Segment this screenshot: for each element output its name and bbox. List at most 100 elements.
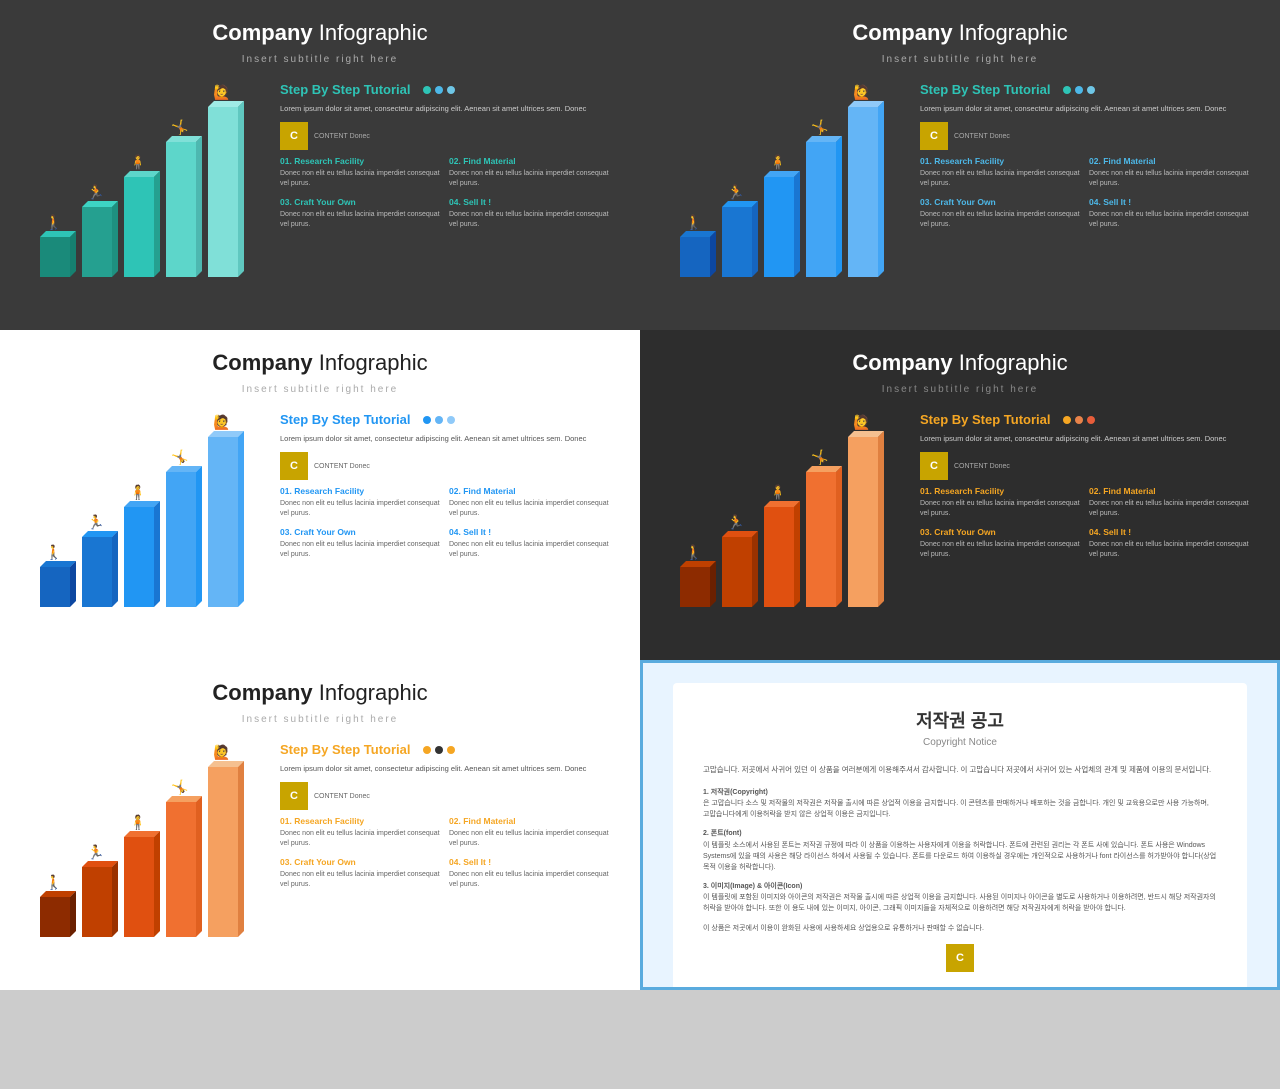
slide-5-tutorial-header: Step By Step Tutorial (280, 742, 610, 757)
copyright-logo-badge: C (946, 944, 974, 972)
slide-2-content: 🚶 🏃 🧍 🤸 🙋 (670, 77, 1250, 297)
slide-3-info: Step By Step Tutorial Lorem ipsum dolor … (280, 407, 610, 627)
slide-3-logo-badge: C (280, 452, 308, 480)
slide-4-body: Lorem ipsum dolor sit amet, consectetur … (920, 433, 1250, 444)
svg-text:🤸: 🤸 (811, 449, 828, 466)
slide-5-logo-text: CONTENT Donec (314, 792, 370, 801)
copyright-section-2-title: 1. 저작권(Copyright) (703, 789, 768, 796)
copyright-section-4-title: 3. 이미지(Image) & 아이콘(Icon) (703, 883, 802, 890)
dot-2 (1075, 86, 1083, 94)
slide-4-subtitle: Insert subtitle right here (670, 384, 1250, 395)
slide-3-tutorial-header: Step By Step Tutorial (280, 412, 610, 427)
slide-3-logo-row: C CONTENT Donec (280, 452, 610, 480)
slide-3-title-bold: Company (212, 350, 312, 375)
slide-4-dots (1063, 416, 1095, 424)
slide-2-logo-badge: C (920, 122, 948, 150)
slide-3-items-grid: 01. Research Facility Donec non elit eu … (280, 486, 610, 559)
slide-3-item-3: 03. Craft Your Own Donec non elit eu tel… (280, 527, 441, 560)
slide-5-item-2: 02. Find Material Donec non elit eu tell… (449, 816, 610, 849)
svg-text:🧍: 🧍 (769, 484, 786, 501)
slide-3-tutorial-title: Step By Step Tutorial (280, 412, 411, 427)
slide-5-item-2-title: 02. Find Material (449, 816, 610, 826)
slide-1-title: Company Infographic (30, 20, 610, 46)
dot-3 (1087, 86, 1095, 94)
slide-2-title-light: Infographic (953, 20, 1068, 45)
slide-4-item-4-body: Donec non elit eu tellus lacinia imperdi… (1089, 540, 1250, 560)
dot-1 (423, 746, 431, 754)
svg-text:🚶: 🚶 (45, 544, 62, 561)
copyright-section-3: 2. 폰트(font) 이 템플릿 소스에서 사용된 폰트는 저작권 규정에 따… (703, 828, 1217, 873)
dot-2 (1075, 416, 1083, 424)
slide-1-items-grid: 01. Research Facility Donec non elit eu … (280, 156, 610, 229)
slide-1-item-1: 01. Research Facility Donec non elit eu … (280, 156, 441, 189)
slide-5-item-3: 03. Craft Your Own Donec non elit eu tel… (280, 857, 441, 890)
dot-3 (447, 416, 455, 424)
slide-5-dots (423, 746, 455, 754)
slide-2-item-4: 04. Sell It ! Donec non elit eu tellus l… (1089, 197, 1250, 230)
svg-text:🤸: 🤸 (171, 779, 188, 796)
slide-5-item-4: 04. Sell It ! Donec non elit eu tellus l… (449, 857, 610, 890)
slide-2-body: Lorem ipsum dolor sit amet, consectetur … (920, 103, 1250, 114)
slide-2-logo-row: C CONTENT Donec (920, 122, 1250, 150)
svg-text:🙋: 🙋 (853, 84, 870, 101)
svg-text:🧍: 🧍 (129, 484, 146, 501)
slide-4-tutorial-header: Step By Step Tutorial (920, 412, 1250, 427)
svg-text:🏃: 🏃 (87, 514, 104, 530)
svg-text:🚶: 🚶 (685, 544, 702, 561)
slide-4-item-1-body: Donec non elit eu tellus lacinia imperdi… (920, 499, 1081, 519)
slide-1-item-2-body: Donec non elit eu tellus lacinia imperdi… (449, 169, 610, 189)
slide-1-item-1-body: Donec non elit eu tellus lacinia imperdi… (280, 169, 441, 189)
slide-4-logo-row: C CONTENT Donec (920, 452, 1250, 480)
slide-1-item-2: 02. Find Material Donec non elit eu tell… (449, 156, 610, 189)
svg-text:🏃: 🏃 (87, 184, 104, 200)
slide-3: Company Infographic Insert subtitle righ… (0, 330, 640, 660)
slide-4-chart: 🚶 🏃 🧍 🤸 🙋 (670, 407, 910, 627)
slide-5-item-3-title: 03. Craft Your Own (280, 857, 441, 867)
svg-text:🙋: 🙋 (213, 744, 230, 761)
slide-1-item-3-body: Donec non elit eu tellus lacinia imperdi… (280, 210, 441, 230)
slide-4-title-light: Infographic (953, 350, 1068, 375)
slide-5-item-2-body: Donec non elit eu tellus lacinia imperdi… (449, 829, 610, 849)
slide-4-item-3-title: 03. Craft Your Own (920, 527, 1081, 537)
svg-text:🙋: 🙋 (853, 414, 870, 431)
slide-2-item-3: 03. Craft Your Own Donec non elit eu tel… (920, 197, 1081, 230)
dot-3 (447, 746, 455, 754)
slide-5-info: Step By Step Tutorial Lorem ipsum dolor … (280, 737, 610, 957)
slide-1-title-light: Infographic (313, 20, 428, 45)
copyright-title: 저작권 공고 (703, 707, 1217, 733)
slide-3-dots (423, 416, 455, 424)
slide-1-logo-row: C CONTENT Donec (280, 122, 610, 150)
slide-2-title: Company Infographic (670, 20, 1250, 46)
slide-4-logo-text: CONTENT Donec (954, 462, 1010, 471)
slide-2-tutorial-title: Step By Step Tutorial (920, 82, 1051, 97)
slide-3-title-light: Infographic (313, 350, 428, 375)
dot-3 (447, 86, 455, 94)
copyright-section-3-title: 2. 폰트(font) (703, 830, 742, 837)
svg-text:🚶: 🚶 (45, 874, 62, 891)
slide-2-item-4-title: 04. Sell It ! (1089, 197, 1250, 207)
slide-4-item-2-body: Donec non elit eu tellus lacinia imperdi… (1089, 499, 1250, 519)
slide-1-item-2-title: 02. Find Material (449, 156, 610, 166)
slide-1-bars-svg: 🚶 🏃 🧍 🤸 (30, 77, 260, 277)
copyright-section-2: 1. 저작권(Copyright) 은 고맙습니다 소스 및 저작물의 저작권은… (703, 787, 1217, 821)
slide-2-item-2: 02. Find Material Donec non elit eu tell… (1089, 156, 1250, 189)
copyright-section-1: 고맙습니다. 저곳에서 사귀어 있던 이 상품을 여러분에게 이용해주셔서 감사… (703, 764, 1217, 777)
slide-4-item-3-body: Donec non elit eu tellus lacinia imperdi… (920, 540, 1081, 560)
slide-5-chart: 🚶 🏃 🧍 🤸 🙋 (30, 737, 270, 957)
slide-1-logo-text: CONTENT Donec (314, 132, 370, 141)
slide-5-bars-svg: 🚶 🏃 🧍 🤸 🙋 (30, 737, 260, 937)
slide-1-chart: 🚶 🏃 🧍 🤸 (30, 77, 270, 297)
slide-4-items-grid: 01. Research Facility Donec non elit eu … (920, 486, 1250, 559)
slide-4-logo-badge: C (920, 452, 948, 480)
copyright-section-5: 이 상품은 저곳에서 이용이 완화된 사용에 사용하세요 상업용으로 유통하거나… (703, 923, 1217, 934)
svg-text:🏃: 🏃 (87, 844, 104, 860)
slide-5-items-grid: 01. Research Facility Donec non elit eu … (280, 816, 610, 889)
copyright-section-4-body: 이 템플릿에 포함된 이미지와 아이콘의 저작권은 저작물 출시에 따른 상업적… (703, 894, 1216, 912)
slide-2-item-1-title: 01. Research Facility (920, 156, 1081, 166)
dot-2 (435, 416, 443, 424)
svg-text:🤸: 🤸 (811, 119, 828, 136)
slide-1-info: Step By Step Tutorial Lorem ipsum dolor … (280, 77, 610, 297)
slide-5-logo-row: C CONTENT Donec (280, 782, 610, 810)
slide-1-item-4-body: Donec non elit eu tellus lacinia imperdi… (449, 210, 610, 230)
slide-5-item-4-title: 04. Sell It ! (449, 857, 610, 867)
